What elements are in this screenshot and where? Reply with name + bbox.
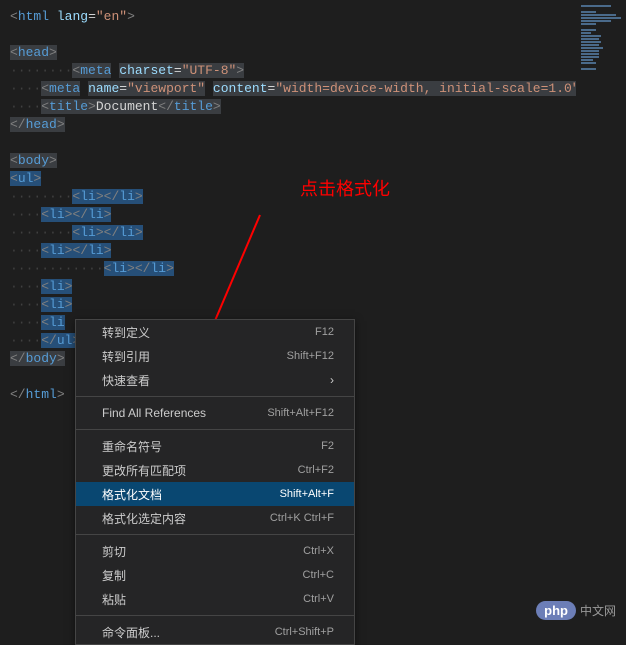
code-line[interactable]: ····<title>Document</title> bbox=[10, 98, 616, 116]
code-line[interactable]: ····<li></li> bbox=[10, 242, 616, 260]
menu-separator bbox=[76, 429, 354, 430]
code-line[interactable]: <body> bbox=[10, 152, 616, 170]
code-line[interactable]: ········<li></li> bbox=[10, 224, 616, 242]
minimap-content bbox=[581, 5, 621, 71]
annotation-label: 点击格式化 bbox=[300, 175, 390, 201]
menu-label: 格式化选定内容 bbox=[102, 510, 186, 527]
code-line[interactable]: ····<li> bbox=[10, 278, 616, 296]
php-badge-icon: php bbox=[536, 601, 576, 620]
context-menu: 转到定义 F12 转到引用 Shift+F12 快速查看 › Find All … bbox=[75, 319, 355, 645]
watermark-text: 中文网 bbox=[580, 602, 616, 619]
menu-shortcut: F2 bbox=[321, 440, 334, 452]
menu-label: 命令面板... bbox=[102, 624, 160, 641]
menu-copy[interactable]: 复制 Ctrl+C bbox=[76, 563, 354, 587]
menu-format-document[interactable]: 格式化文档 Shift+Alt+F bbox=[76, 482, 354, 506]
menu-peek[interactable]: 快速查看 › bbox=[76, 368, 354, 392]
menu-label: 粘贴 bbox=[102, 591, 126, 608]
menu-label: 重命名符号 bbox=[102, 438, 162, 455]
menu-shortcut: Ctrl+Shift+P bbox=[275, 626, 334, 638]
menu-format-selection[interactable]: 格式化选定内容 Ctrl+K Ctrl+F bbox=[76, 506, 354, 530]
menu-shortcut: Ctrl+C bbox=[303, 569, 334, 581]
code-line[interactable]: ····<li></li> bbox=[10, 206, 616, 224]
menu-paste[interactable]: 粘贴 Ctrl+V bbox=[76, 587, 354, 611]
menu-change-all-occurrences[interactable]: 更改所有匹配项 Ctrl+F2 bbox=[76, 458, 354, 482]
code-line[interactable]: ········<meta charset="UTF-8"> bbox=[10, 62, 616, 80]
menu-label: 剪切 bbox=[102, 543, 126, 560]
menu-shortcut: Shift+Alt+F bbox=[280, 488, 334, 500]
menu-label: 更改所有匹配项 bbox=[102, 462, 186, 479]
menu-label: 转到引用 bbox=[102, 348, 150, 365]
code-line[interactable]: </head> bbox=[10, 116, 616, 134]
menu-label: 复制 bbox=[102, 567, 126, 584]
chevron-right-icon: › bbox=[330, 373, 334, 387]
menu-label: 转到定义 bbox=[102, 324, 150, 341]
menu-goto-reference[interactable]: 转到引用 Shift+F12 bbox=[76, 344, 354, 368]
menu-goto-definition[interactable]: 转到定义 F12 bbox=[76, 320, 354, 344]
menu-separator bbox=[76, 534, 354, 535]
code-line bbox=[10, 134, 616, 152]
code-line[interactable]: ············<li></li> bbox=[10, 260, 616, 278]
menu-shortcut: Ctrl+X bbox=[303, 545, 334, 557]
code-line bbox=[10, 26, 616, 44]
menu-shortcut: Ctrl+V bbox=[303, 593, 334, 605]
code-line[interactable]: ····<li> bbox=[10, 296, 616, 314]
menu-find-all-references[interactable]: Find All References Shift+Alt+F12 bbox=[76, 401, 354, 425]
menu-shortcut: Ctrl+K Ctrl+F bbox=[270, 512, 334, 524]
minimap[interactable] bbox=[576, 0, 626, 630]
menu-separator bbox=[76, 396, 354, 397]
code-line[interactable]: <head> bbox=[10, 44, 616, 62]
menu-rename-symbol[interactable]: 重命名符号 F2 bbox=[76, 434, 354, 458]
menu-label: 快速查看 bbox=[102, 372, 150, 389]
code-line[interactable]: <html lang="en"> bbox=[10, 8, 616, 26]
menu-shortcut: Shift+Alt+F12 bbox=[267, 407, 334, 419]
menu-separator bbox=[76, 615, 354, 616]
menu-shortcut: F12 bbox=[315, 326, 334, 338]
menu-cut[interactable]: 剪切 Ctrl+X bbox=[76, 539, 354, 563]
menu-label: 格式化文档 bbox=[102, 486, 162, 503]
menu-shortcut: Shift+F12 bbox=[287, 350, 334, 362]
menu-command-palette[interactable]: 命令面板... Ctrl+Shift+P bbox=[76, 620, 354, 644]
menu-label: Find All References bbox=[102, 406, 206, 420]
watermark: php 中文网 bbox=[536, 601, 616, 620]
menu-shortcut: Ctrl+F2 bbox=[298, 464, 334, 476]
code-line[interactable]: ····<meta name="viewport" content="width… bbox=[10, 80, 616, 98]
